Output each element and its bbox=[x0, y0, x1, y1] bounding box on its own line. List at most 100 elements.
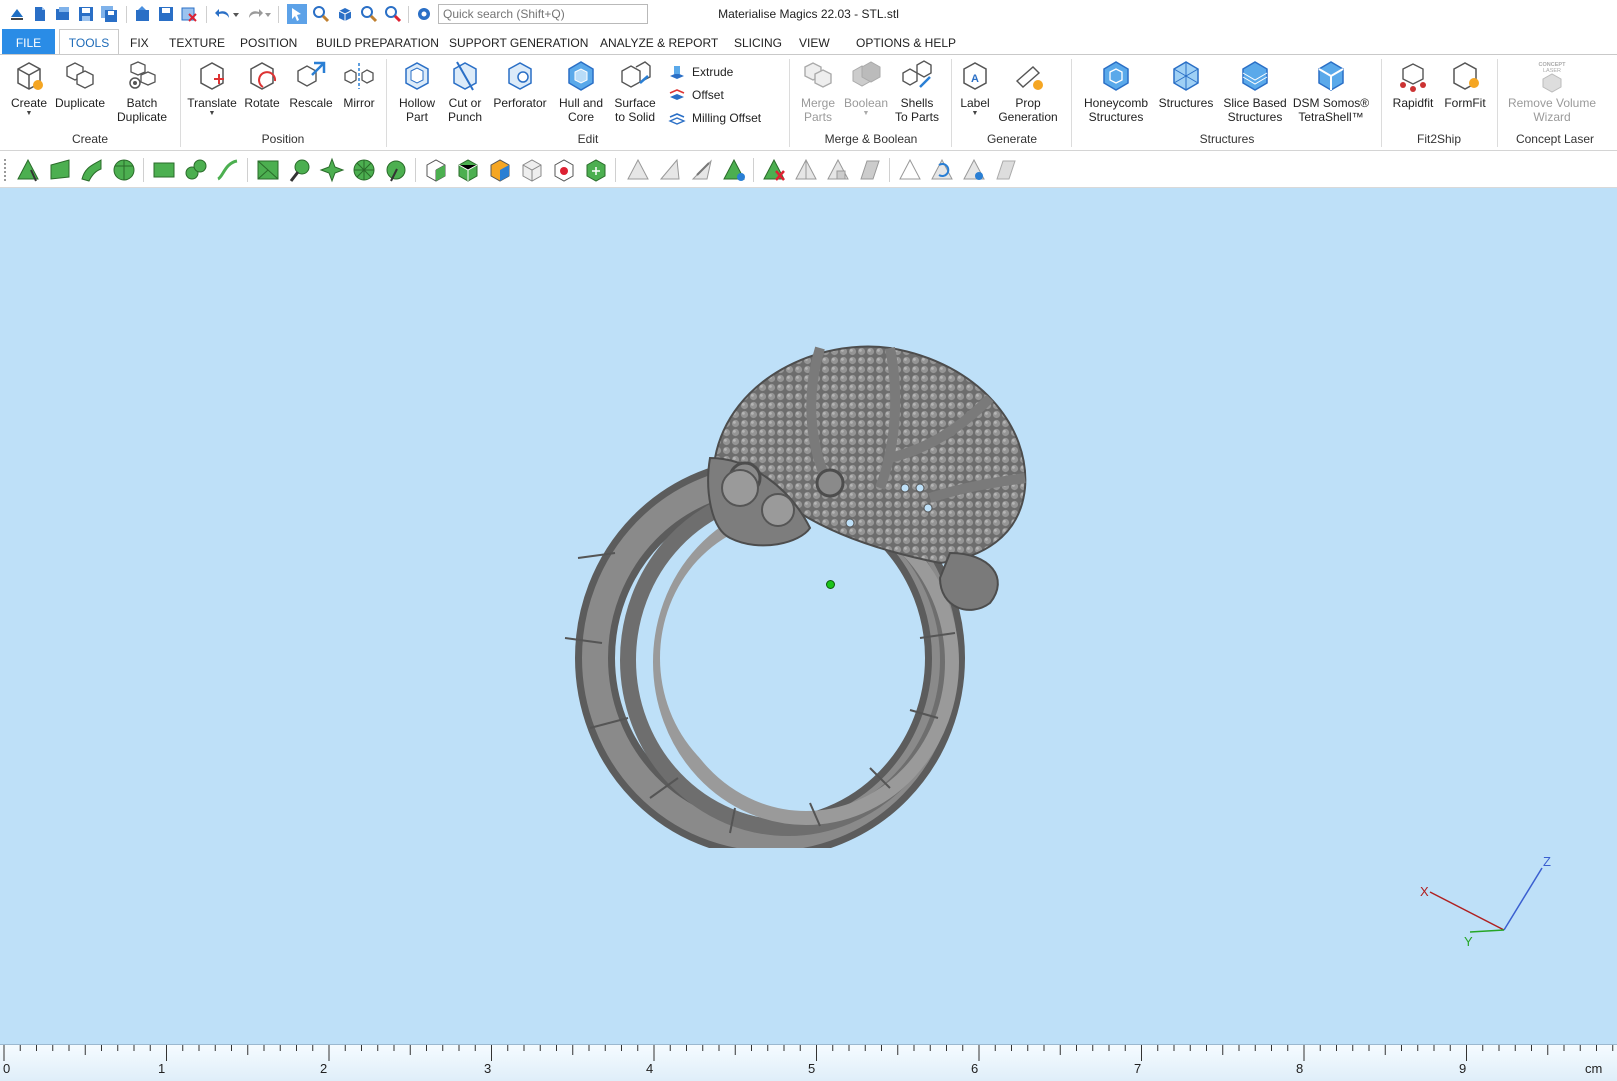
create-button[interactable]: Create ▼ bbox=[8, 59, 50, 118]
part-wire-icon[interactable] bbox=[519, 157, 545, 183]
box-select-icon[interactable] bbox=[151, 157, 177, 183]
prop-generation-button[interactable]: Prop Generation bbox=[996, 59, 1060, 124]
merge-parts-icon bbox=[804, 62, 832, 88]
curve-select-icon[interactable] bbox=[215, 157, 241, 183]
marker-outline-icon[interactable] bbox=[625, 157, 651, 183]
tab-options-help[interactable]: OPTIONS & HELP bbox=[856, 28, 956, 54]
ruler-label: 6 bbox=[971, 1061, 979, 1076]
translate-button[interactable]: Translate ▼ bbox=[185, 59, 239, 118]
tab-build-preparation[interactable]: BUILD PREPARATION bbox=[316, 28, 439, 54]
rapidfit-button[interactable]: Rapidfit bbox=[1388, 59, 1438, 110]
create-cube-icon bbox=[17, 62, 43, 90]
marker-arrow-icon[interactable] bbox=[689, 157, 715, 183]
brush-select-icon[interactable] bbox=[287, 157, 313, 183]
tab-view[interactable]: VIEW bbox=[799, 28, 830, 54]
tab-slicing[interactable]: SLICING bbox=[734, 28, 782, 54]
tab-texture[interactable]: TEXTURE bbox=[169, 28, 225, 54]
ruler-label: 0 bbox=[3, 1061, 11, 1076]
formfit-button[interactable]: FormFit bbox=[1442, 59, 1488, 110]
prop-generation-label: Prop Generation bbox=[998, 96, 1058, 124]
perforator-button[interactable]: Perforator bbox=[490, 59, 550, 110]
part-select-icon[interactable] bbox=[423, 157, 449, 183]
plane-select-icon[interactable] bbox=[47, 157, 73, 183]
part-expand-icon[interactable] bbox=[583, 157, 609, 183]
tab-support-generation[interactable]: SUPPORT GENERATION bbox=[449, 28, 588, 54]
shells-to-parts-button[interactable]: Shells To Parts bbox=[892, 59, 942, 124]
wheel-select-icon[interactable] bbox=[351, 157, 377, 183]
rescale-button[interactable]: Rescale bbox=[288, 59, 334, 110]
prop-generation-icon bbox=[1015, 66, 1043, 90]
lasso-select-icon[interactable] bbox=[183, 157, 209, 183]
tetrashell-icon bbox=[1318, 61, 1344, 91]
milling-offset-button[interactable]: Milling Offset bbox=[668, 108, 761, 128]
dsm-somos-tetrashell-button[interactable]: DSM Somos® TetraShell™ bbox=[1292, 59, 1370, 124]
3d-viewport[interactable]: X Z Y bbox=[0, 188, 1617, 1044]
batch-duplicate-icon bbox=[129, 61, 156, 89]
label-button[interactable]: A Label ▼ bbox=[955, 59, 995, 118]
toolbar-grip[interactable] bbox=[4, 159, 9, 181]
honeycomb-icon bbox=[1103, 61, 1129, 91]
ruler-label: 5 bbox=[808, 1061, 816, 1076]
marker-plane-icon[interactable] bbox=[657, 157, 683, 183]
toolbar-separator bbox=[415, 158, 416, 182]
formfit-icon bbox=[1453, 62, 1479, 90]
mesh-select-icon[interactable] bbox=[255, 157, 281, 183]
honeycomb-structures-button[interactable]: Honeycomb Structures bbox=[1080, 59, 1152, 124]
cut-or-punch-icon bbox=[453, 61, 477, 91]
window-title: Materialise Magics 22.03 - STL.stl bbox=[0, 7, 1617, 21]
part-color-icon[interactable] bbox=[487, 157, 513, 183]
batch-duplicate-button[interactable]: Batch Duplicate bbox=[114, 59, 170, 124]
marker-fill-icon[interactable] bbox=[721, 157, 747, 183]
structures-button[interactable]: Structures bbox=[1155, 59, 1217, 110]
title-bar: Materialise Magics 22.03 - STL.stl bbox=[0, 0, 1617, 28]
unmark-shell-icon[interactable] bbox=[825, 157, 851, 183]
surface-to-solid-button[interactable]: Surface to Solid bbox=[610, 59, 660, 124]
remove-volume-wizard-button[interactable]: CONCEPT LASER Remove Volume Wizard bbox=[1504, 59, 1600, 124]
merge-parts-button[interactable]: Merge Parts bbox=[796, 59, 840, 124]
hull-and-core-button[interactable]: Hull and Core bbox=[553, 59, 609, 124]
batch-duplicate-label: Batch Duplicate bbox=[116, 96, 168, 124]
unmark-surface-icon[interactable] bbox=[857, 157, 883, 183]
part-invert-icon[interactable] bbox=[551, 157, 577, 183]
cut-or-punch-button[interactable]: Cut or Punch bbox=[442, 59, 488, 124]
tab-tools[interactable]: TOOLS bbox=[59, 29, 119, 55]
offset-button[interactable]: Offset bbox=[668, 85, 724, 105]
rapidfit-label: Rapidfit bbox=[1392, 96, 1434, 110]
unmark-all-icon[interactable] bbox=[793, 157, 819, 183]
hollow-part-button[interactable]: Hollow Part bbox=[393, 59, 441, 124]
shells-to-parts-label: Shells To Parts bbox=[894, 96, 939, 124]
rescale-icon bbox=[297, 61, 326, 87]
extrude-button[interactable]: Extrude bbox=[668, 62, 733, 82]
outline-triangle-icon[interactable] bbox=[897, 157, 923, 183]
duplicate-button[interactable]: Duplicate bbox=[52, 59, 108, 110]
tab-analyze-report[interactable]: ANALYZE & REPORT bbox=[600, 28, 718, 54]
group-label-position: Position bbox=[261, 132, 305, 146]
clear-marking-icon[interactable] bbox=[993, 157, 1019, 183]
refresh-marking-icon[interactable] bbox=[929, 157, 955, 183]
ring-3d-model[interactable] bbox=[560, 338, 1060, 848]
part-select-all-icon[interactable] bbox=[455, 157, 481, 183]
star-select-icon[interactable] bbox=[319, 157, 345, 183]
formfit-label: FormFit bbox=[1444, 96, 1486, 110]
mirror-button[interactable]: Mirror bbox=[338, 59, 380, 110]
svg-text:LASER: LASER bbox=[1543, 68, 1561, 74]
triangle-select-icon[interactable] bbox=[15, 157, 41, 183]
unmark-triangle-icon[interactable] bbox=[761, 157, 787, 183]
view-marking-icon[interactable] bbox=[961, 157, 987, 183]
surface-select-icon[interactable] bbox=[79, 157, 105, 183]
boolean-button[interactable]: Boolean ▼ bbox=[842, 59, 890, 118]
group-label-concept-laser: Concept Laser bbox=[1515, 132, 1595, 146]
rotate-button[interactable]: Rotate bbox=[240, 59, 284, 110]
slice-based-structures-button[interactable]: Slice Based Structures bbox=[1220, 59, 1290, 124]
group-label-merge-boolean: Merge & Boolean bbox=[824, 132, 918, 146]
milling-offset-label: Milling Offset bbox=[692, 111, 762, 125]
merge-parts-label: Merge Parts bbox=[800, 96, 835, 124]
tab-file[interactable]: FILE bbox=[2, 29, 55, 54]
axis-z-label: Z bbox=[1543, 854, 1551, 869]
shell-select-icon[interactable] bbox=[111, 157, 137, 183]
tab-fix[interactable]: FIX bbox=[130, 28, 149, 54]
tab-position[interactable]: POSITION bbox=[240, 28, 297, 54]
hull-and-core-label: Hull and Core bbox=[558, 96, 604, 124]
cylinder-select-icon[interactable] bbox=[383, 157, 409, 183]
duplicate-icon bbox=[66, 62, 94, 89]
